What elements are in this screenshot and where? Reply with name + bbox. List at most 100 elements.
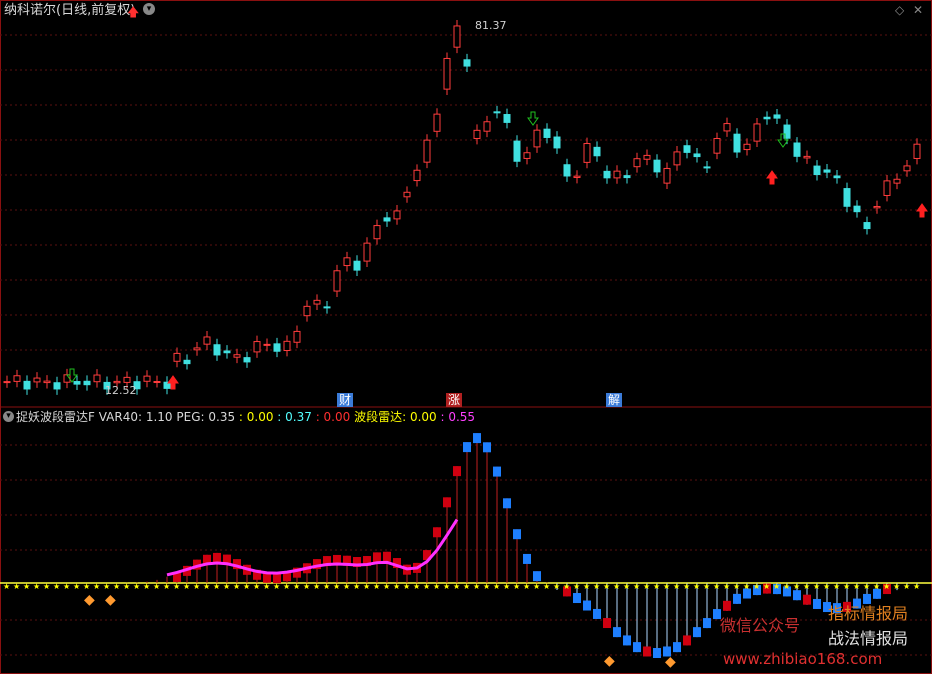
watermark-line2: 指标情报局 xyxy=(828,604,909,623)
star-icon: ★ xyxy=(543,582,550,591)
star-icon: ★ xyxy=(853,582,860,591)
indicator-bar xyxy=(673,642,681,653)
watermark-line3: 战法情报局 xyxy=(828,629,909,648)
star-icon: ★ xyxy=(23,582,30,591)
indicator-bar xyxy=(573,593,581,604)
candle-body xyxy=(463,59,471,67)
star-icon: ★ xyxy=(353,582,360,591)
star-icon: ★ xyxy=(173,582,180,591)
candle-body xyxy=(323,306,331,309)
star-icon: ★ xyxy=(563,582,570,591)
star-icon: ★ xyxy=(703,582,710,591)
indicator-value-6: : 0.55 xyxy=(436,410,476,424)
indicator-bar xyxy=(523,553,531,564)
star-icon: ★ xyxy=(743,582,750,591)
candle-body xyxy=(113,380,121,384)
star-icon: ★ xyxy=(733,582,740,591)
candle-body xyxy=(833,175,841,179)
star-icon: ★ xyxy=(413,582,420,591)
candle-body xyxy=(253,341,261,353)
indicator-value-0: VAR40: 1.10 xyxy=(98,410,173,424)
indicator-bar xyxy=(593,608,601,619)
candle-body xyxy=(813,165,821,176)
candle-body xyxy=(803,155,811,159)
candle-body xyxy=(743,143,751,151)
star-icon: ★ xyxy=(423,582,430,591)
candle-body xyxy=(353,260,361,271)
star-icon: ★ xyxy=(193,582,200,591)
star-icon: ★ xyxy=(123,582,130,591)
star-icon: ★ xyxy=(53,582,60,591)
candle-body xyxy=(653,159,661,173)
star-icon: ★ xyxy=(873,582,880,591)
star-icon: ★ xyxy=(383,582,390,591)
event-badge-0[interactable]: 财 xyxy=(337,393,354,407)
star-icon: ★ xyxy=(613,582,620,591)
star-icon: ★ xyxy=(553,582,560,591)
candle-body xyxy=(303,305,311,317)
candle-body xyxy=(773,114,781,119)
candle-body xyxy=(183,359,191,365)
candle-body xyxy=(193,347,201,351)
candle-body xyxy=(443,57,451,90)
candle-body xyxy=(123,376,131,383)
indicator-name: 捉妖波段雷达F xyxy=(16,410,95,424)
candle-body xyxy=(823,169,831,173)
candle-body xyxy=(423,139,431,163)
candle-body xyxy=(403,191,411,198)
candle-body xyxy=(343,257,351,267)
candle-body xyxy=(663,167,671,184)
star-icon: ★ xyxy=(673,582,680,591)
star-icon: ★ xyxy=(683,582,690,591)
star-icon: ★ xyxy=(253,582,260,591)
chevron-down-icon[interactable]: ▾ xyxy=(3,411,14,422)
indicator-bar xyxy=(583,600,591,611)
candle-body xyxy=(533,129,541,148)
star-icon: ★ xyxy=(643,582,650,591)
candle-body xyxy=(283,340,291,352)
chevron-down-icon[interactable]: ▾ xyxy=(143,3,155,15)
indicator-label: 捉妖波段雷达F VAR40: 1.10 PEG: 0.35 : 0.00 : 0… xyxy=(16,411,475,423)
indicator-bar xyxy=(643,646,651,657)
watermark-wechat: 微信公众号 xyxy=(720,616,801,635)
candle-body xyxy=(693,153,701,158)
star-icon: ★ xyxy=(513,582,520,591)
indicator-value-1: PEG: 0.35 xyxy=(172,410,236,424)
indicator-bar xyxy=(683,635,691,646)
star-icon: ★ xyxy=(833,582,840,591)
candle-body xyxy=(733,133,741,153)
indicator-value-2: : 0.00 xyxy=(235,410,274,424)
event-badge-1[interactable]: 涨 xyxy=(446,393,463,407)
watermark-url: www.zhibiao168.com xyxy=(723,650,883,668)
indicator-bar xyxy=(443,497,451,508)
star-icon: ★ xyxy=(203,582,210,591)
star-icon: ★ xyxy=(403,582,410,591)
star-icon: ★ xyxy=(503,582,510,591)
star-icon: ★ xyxy=(443,582,450,591)
arrow-up-icon[interactable]: 🡅 xyxy=(127,3,139,24)
star-icon: ★ xyxy=(473,582,480,591)
event-badge-2[interactable]: 解 xyxy=(606,393,623,407)
star-icon: ★ xyxy=(13,582,20,591)
star-icon: ★ xyxy=(603,582,610,591)
candle-body xyxy=(853,205,861,213)
star-icon: ★ xyxy=(433,582,440,591)
close-icon[interactable]: ✕ xyxy=(913,3,923,17)
chart-canvas[interactable]: ★ ★ ★ ★ ★ ★ ★ ★ ★ ★ ★ ★ ★ ★ ★ ★ ★ ★ ★ ★ ★ ★ ★ ★ ★ ★ ★ ★ ★ ★ ★ ★ ★ ★ ★ ★ ★ ★ ★ ★… xyxy=(0,0,932,674)
candle-body xyxy=(513,140,521,162)
star-icon: ★ xyxy=(33,582,40,591)
indicator-bar xyxy=(453,466,461,477)
star-icon: ★ xyxy=(843,582,850,591)
diamond-icon[interactable]: ◇ xyxy=(895,3,904,17)
indicator-bar xyxy=(513,529,521,540)
indicator-bar xyxy=(693,627,701,638)
candle-body xyxy=(483,121,491,132)
candle-body xyxy=(373,225,381,240)
candle-body xyxy=(33,377,41,383)
star-icon: ★ xyxy=(623,582,630,591)
candle-body xyxy=(493,111,501,114)
high-price-label: 81.37 xyxy=(475,19,507,32)
indicator-bar xyxy=(483,442,491,453)
star-icon: ★ xyxy=(893,582,900,591)
diamond-icon: ◆ xyxy=(105,592,116,608)
